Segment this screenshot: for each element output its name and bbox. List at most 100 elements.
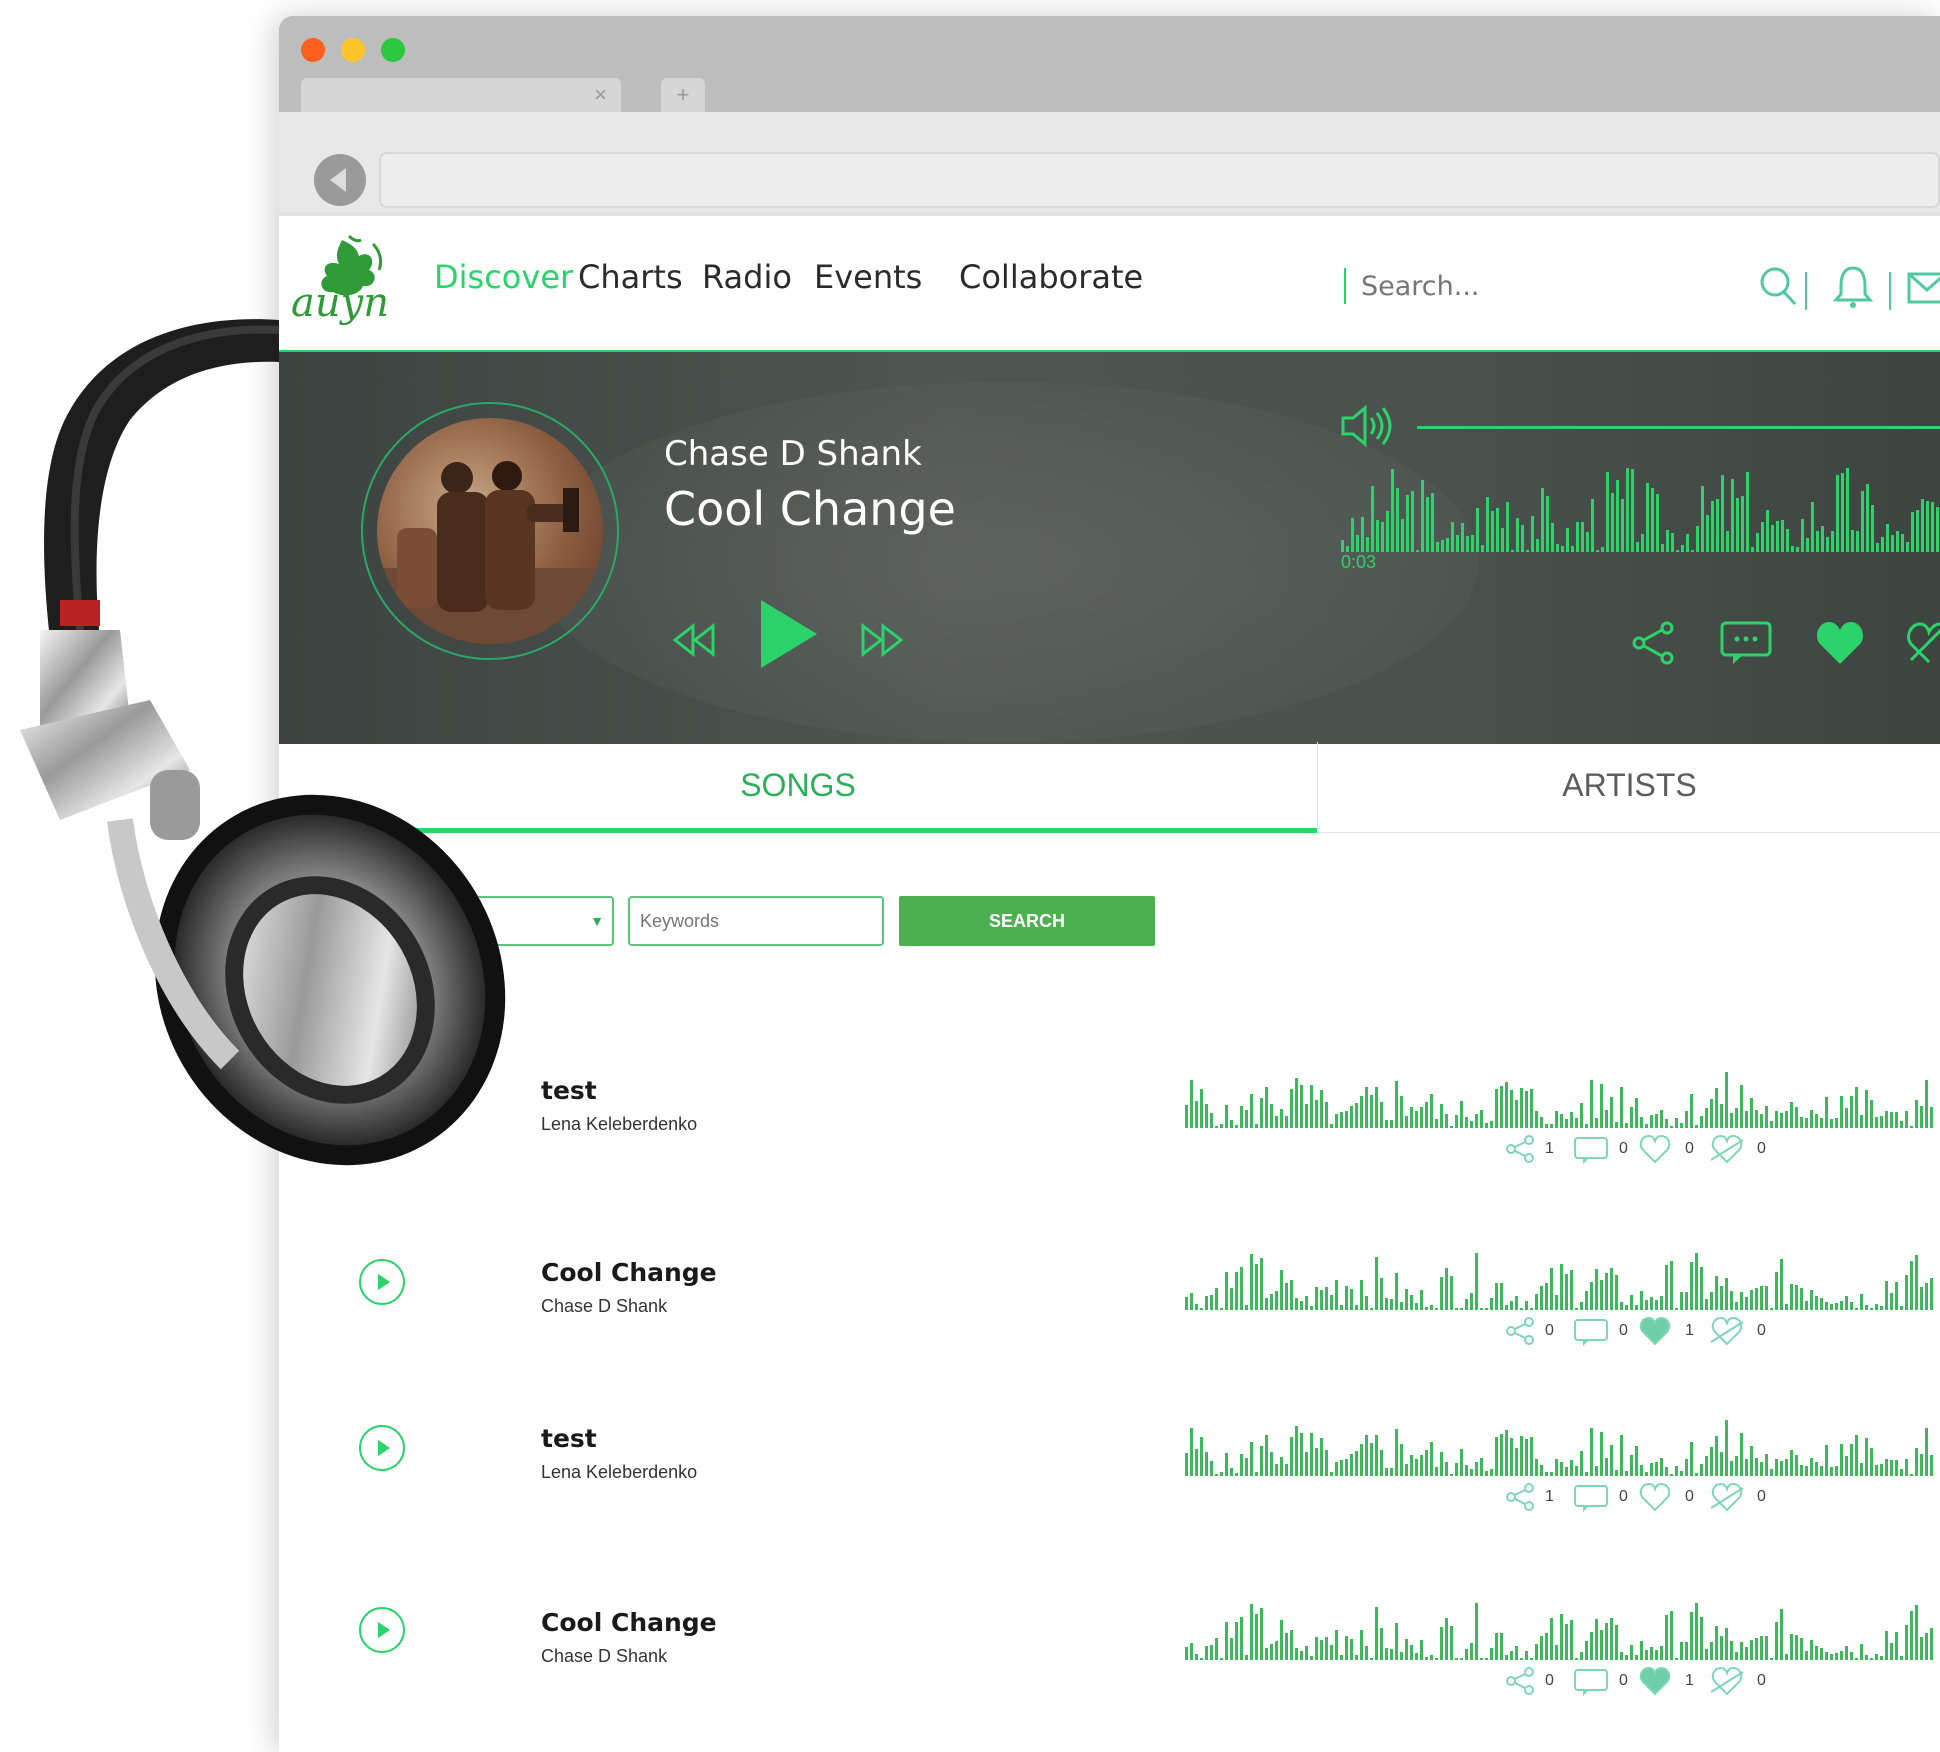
- waveform-bar: [1760, 1114, 1763, 1128]
- waveform-bar: [1185, 1647, 1188, 1660]
- stat-collabs-count: 0: [1757, 1672, 1766, 1689]
- stat-collabs-count: 0: [1757, 1140, 1766, 1157]
- waveform-bar: [1400, 1652, 1403, 1660]
- waveform-bar: [1905, 1459, 1908, 1476]
- waveform-bar: [1390, 1468, 1393, 1476]
- waveform-bar: [1540, 1465, 1543, 1476]
- waveform-bar: [1540, 1636, 1543, 1660]
- waveform-bar: [1825, 1445, 1828, 1476]
- stat-comments-count: 0: [1619, 1672, 1628, 1689]
- waveform-bar: [1230, 1288, 1233, 1310]
- waveform-bar: [1475, 1462, 1478, 1476]
- song-row[interactable]: test Lena Keleberdenko 1 0 0 0: [279, 1384, 1940, 1534]
- waveform-bar: [1370, 1658, 1373, 1660]
- waveform-bar: [1675, 1308, 1678, 1310]
- song-play-button[interactable]: [359, 1425, 405, 1471]
- waveform-bar: [1190, 1293, 1193, 1310]
- waveform-bar: [1185, 1105, 1188, 1128]
- waveform-bar: [1690, 1442, 1693, 1476]
- comment-icon[interactable]: [1574, 1319, 1608, 1346]
- browser-tab[interactable]: ×: [301, 78, 621, 112]
- song-artist[interactable]: Lena Keleberdenko: [541, 1462, 697, 1483]
- song-waveform[interactable]: [1185, 1252, 1940, 1310]
- share-icon[interactable]: [1506, 1483, 1534, 1511]
- song-waveform[interactable]: [1185, 1070, 1940, 1128]
- waveform-bar: [1485, 1123, 1488, 1128]
- song-play-button[interactable]: [359, 1607, 405, 1653]
- heart-icon[interactable]: [1639, 1134, 1671, 1164]
- song-title[interactable]: test: [541, 1076, 597, 1105]
- comment-icon[interactable]: [1574, 1485, 1608, 1512]
- share-icon[interactable]: [1506, 1667, 1534, 1695]
- waveform-bar: [1215, 1638, 1218, 1660]
- waveform-bar: [1765, 1106, 1768, 1128]
- waveform-bar: [1595, 1619, 1598, 1660]
- collaborate-heart-icon[interactable]: [1710, 1666, 1744, 1696]
- waveform-bar: [1860, 1294, 1863, 1310]
- song-artist[interactable]: Lena Keleberdenko: [541, 1114, 697, 1135]
- heart-icon[interactable]: [1639, 1482, 1671, 1512]
- waveform-bar: [1770, 1658, 1773, 1660]
- collaborate-heart-icon[interactable]: [1710, 1316, 1744, 1346]
- waveform-bar: [1710, 1447, 1713, 1476]
- song-row[interactable]: Cool Change Chase D Shank 0 0 1 0: [279, 1218, 1940, 1368]
- song-artist[interactable]: Chase D Shank: [541, 1296, 667, 1317]
- new-tab-button[interactable]: +: [661, 78, 705, 112]
- waveform-bar: [1785, 1304, 1788, 1310]
- back-button[interactable]: [314, 154, 366, 206]
- waveform-bar: [1185, 1453, 1188, 1476]
- song-waveform[interactable]: [1185, 1602, 1940, 1660]
- waveform-bar: [1830, 1304, 1833, 1310]
- waveform-bar: [1335, 1114, 1338, 1128]
- song-title[interactable]: Cool Change: [541, 1608, 717, 1637]
- collaborate-heart-icon[interactable]: [1710, 1134, 1744, 1164]
- waveform-bar: [1855, 1308, 1858, 1310]
- waveform-bar: [1750, 1098, 1753, 1128]
- comment-icon[interactable]: [1574, 1669, 1608, 1696]
- waveform-bar: [1245, 1110, 1248, 1128]
- waveform-bar: [1465, 1117, 1468, 1128]
- waveform-bar: [1600, 1084, 1603, 1128]
- waveform-bar: [1455, 1115, 1458, 1128]
- waveform-bar: [1600, 1432, 1603, 1476]
- close-tab-icon[interactable]: ×: [594, 82, 607, 108]
- waveform-bar: [1655, 1462, 1658, 1476]
- waveform-bar: [1335, 1280, 1338, 1310]
- waveform-bar: [1355, 1655, 1358, 1660]
- waveform-bar: [1355, 1103, 1358, 1128]
- song-stats-icons: [1506, 1666, 1744, 1696]
- waveform-bar: [1510, 1438, 1513, 1476]
- song-row[interactable]: Cool Change Chase D Shank 0 0 1 0: [279, 1568, 1940, 1718]
- song-waveform[interactable]: [1185, 1418, 1940, 1476]
- song-artist[interactable]: Chase D Shank: [541, 1646, 667, 1667]
- waveform-bar: [1740, 1433, 1743, 1476]
- heart-icon[interactable]: [1639, 1316, 1671, 1346]
- waveform-bar: [1875, 1465, 1878, 1476]
- comment-icon[interactable]: [1574, 1137, 1608, 1164]
- song-title[interactable]: test: [541, 1424, 597, 1453]
- collaborate-heart-icon[interactable]: [1710, 1482, 1744, 1512]
- share-icon[interactable]: [1506, 1135, 1534, 1163]
- maximize-window-button[interactable]: [381, 38, 405, 62]
- address-bar[interactable]: [379, 152, 1940, 208]
- share-icon[interactable]: [1506, 1317, 1534, 1345]
- waveform-bar: [1845, 1108, 1848, 1128]
- song-title[interactable]: Cool Change: [541, 1258, 717, 1287]
- waveform-bar: [1550, 1268, 1553, 1310]
- song-stats-icons: [1506, 1316, 1744, 1346]
- waveform-bar: [1340, 1112, 1343, 1128]
- waveform-bar: [1570, 1620, 1573, 1660]
- song-play-button[interactable]: [359, 1259, 405, 1305]
- close-window-button[interactable]: [301, 38, 325, 62]
- waveform-bar: [1705, 1108, 1708, 1128]
- waveform-bar: [1550, 1124, 1553, 1128]
- waveform-bar: [1815, 1646, 1818, 1660]
- stat-shares-count: 0: [1545, 1672, 1554, 1689]
- minimize-window-button[interactable]: [341, 38, 365, 62]
- song-row[interactable]: test Lena Keleberdenko 1 0 0 0: [279, 1036, 1940, 1186]
- waveform-bar: [1695, 1473, 1698, 1476]
- waveform-bar: [1190, 1428, 1193, 1476]
- waveform-bar: [1645, 1650, 1648, 1660]
- heart-icon[interactable]: [1639, 1666, 1671, 1696]
- waveform-bar: [1760, 1636, 1763, 1660]
